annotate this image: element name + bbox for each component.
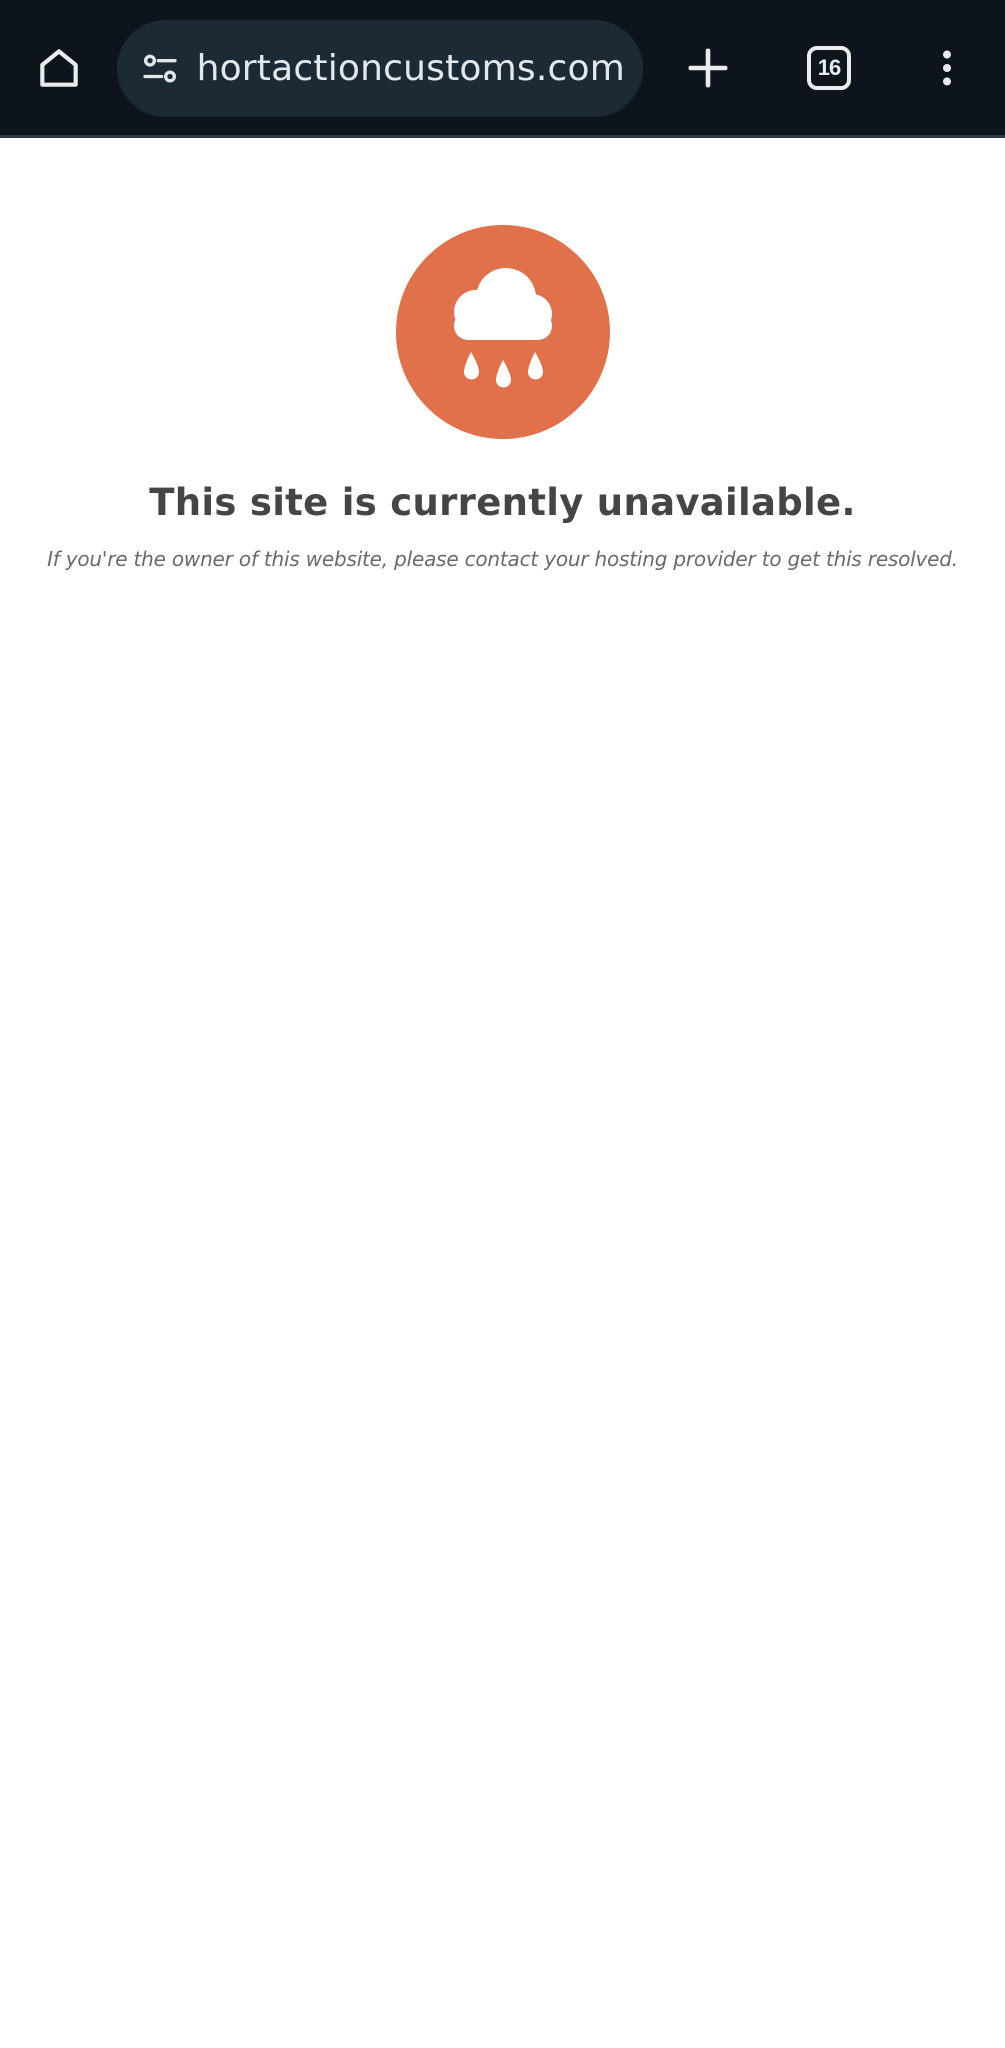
tune-icon: [143, 54, 177, 83]
error-illustration: [396, 225, 610, 439]
url-display[interactable]: shortactioncustoms.com: [195, 20, 625, 117]
cloud-rain-icon: [454, 268, 552, 388]
more-vert-icon: [942, 50, 952, 86]
tab-switcher-button[interactable]: 16: [792, 31, 866, 105]
plus-icon: [688, 48, 728, 88]
tab-switcher-icon: 16: [807, 46, 851, 90]
error-message: If you're the owner of this website, ple…: [47, 547, 958, 571]
url-text: shortactioncustoms.com: [195, 48, 625, 89]
address-bar[interactable]: shortactioncustoms.com: [117, 20, 643, 117]
menu-button[interactable]: [910, 31, 984, 105]
browser-toolbar: shortactioncustoms.com 16: [0, 0, 1005, 138]
tab-count: 16: [817, 55, 842, 80]
home-button[interactable]: [22, 31, 96, 105]
new-tab-button[interactable]: [671, 31, 745, 105]
site-info-button[interactable]: [133, 42, 187, 96]
home-icon: [40, 49, 78, 87]
page-content: This site is currently unavailable. If y…: [0, 141, 1005, 2048]
page-title: This site is currently unavailable.: [149, 481, 856, 524]
